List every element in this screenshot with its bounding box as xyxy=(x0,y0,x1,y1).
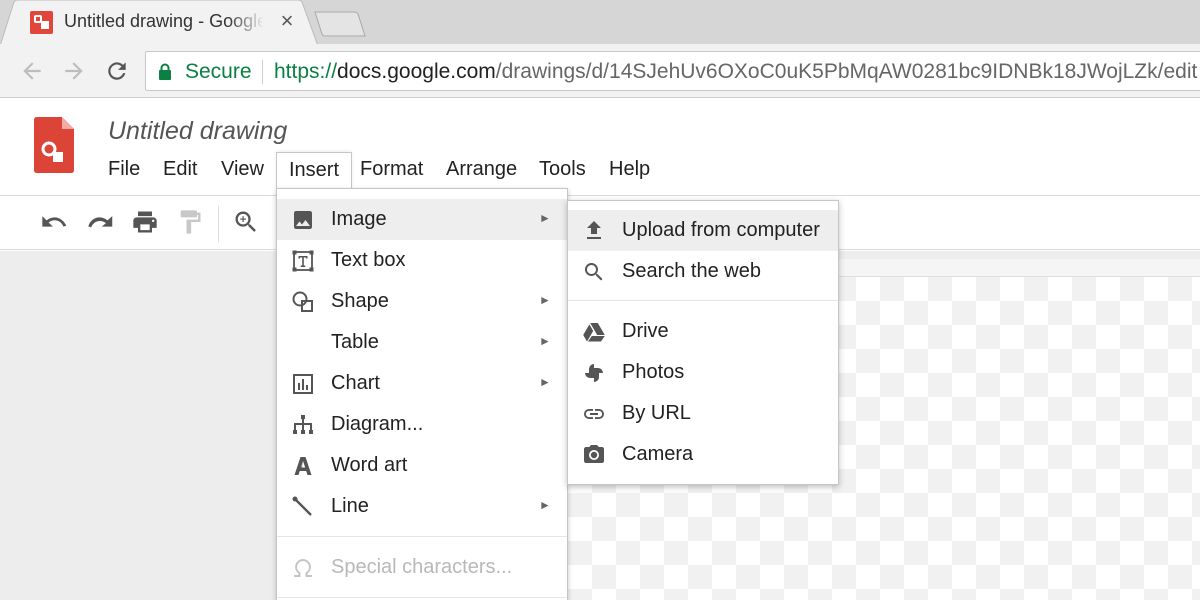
menu-item-label: Shape xyxy=(331,290,389,312)
menu-item-label: Search the web xyxy=(622,260,761,282)
tab-title: Untitled drawing - Google Drawings xyxy=(64,11,264,31)
image-icon xyxy=(294,211,312,229)
url-scheme: https:// xyxy=(274,60,338,83)
photos-icon xyxy=(585,364,603,382)
image-submenu-item-by-url[interactable]: By URL xyxy=(568,393,838,434)
menu-item-label: Diagram... xyxy=(331,413,424,435)
upload-icon xyxy=(587,221,601,239)
menu-item-label: Photos xyxy=(622,361,685,383)
address-bar[interactable]: Secure https://docs.google.com/drawings/… xyxy=(145,51,1200,91)
back-arrow-icon[interactable] xyxy=(19,58,45,84)
insert-menu-item-diagram[interactable]: Diagram... xyxy=(277,404,567,445)
image-submenu-item-photos[interactable]: Photos xyxy=(568,352,838,393)
print-icon[interactable] xyxy=(131,208,159,236)
menu-separator xyxy=(568,300,838,301)
image-submenu-item-search-web[interactable]: Search the web xyxy=(568,251,838,292)
menu-item-label: Line xyxy=(331,495,369,517)
forward-arrow-icon[interactable] xyxy=(61,58,87,84)
image-submenu: Upload from computer Search the web Driv… xyxy=(567,200,839,485)
menu-tools[interactable]: Tools xyxy=(527,152,598,190)
search-icon xyxy=(585,263,603,281)
menu-view[interactable]: View xyxy=(209,152,276,190)
drawings-favicon-icon xyxy=(30,11,53,34)
insert-menu-item-shape[interactable]: Shape ► xyxy=(277,281,567,322)
submenu-arrow-icon: ► xyxy=(539,375,551,389)
insert-menu-item-word-art[interactable]: Word art xyxy=(277,445,567,486)
omnibox-divider xyxy=(262,60,263,84)
browser-tab[interactable]: Untitled drawing - Google Drawings × xyxy=(0,0,319,46)
camera-icon xyxy=(584,445,604,463)
insert-menu: Image ► Text box Shape ► Table ► Chart ► xyxy=(276,188,568,600)
submenu-arrow-icon: ► xyxy=(539,211,551,225)
menu-item-label: Table xyxy=(331,331,379,353)
menu-item-label: Text box xyxy=(331,249,406,271)
menu-format[interactable]: Format xyxy=(348,152,435,190)
menu-item-label: Drive xyxy=(622,320,669,342)
menu-separator xyxy=(277,597,567,598)
submenu-arrow-icon: ► xyxy=(539,334,551,348)
insert-menu-item-image[interactable]: Image ► xyxy=(277,199,567,240)
menu-item-label: By URL xyxy=(622,402,691,424)
omega-icon xyxy=(294,559,312,577)
menu-separator xyxy=(277,536,567,537)
ruler xyxy=(838,259,1200,277)
chart-icon xyxy=(293,374,313,394)
menu-help[interactable]: Help xyxy=(597,152,662,190)
reload-icon[interactable] xyxy=(104,58,130,84)
undo-icon[interactable] xyxy=(40,208,68,236)
insert-menu-item-special-characters: Special characters... xyxy=(277,547,567,588)
menu-file[interactable]: File xyxy=(96,152,152,190)
submenu-arrow-icon: ► xyxy=(539,293,551,307)
menu-insert[interactable]: Insert xyxy=(276,152,353,190)
shape-icon xyxy=(292,291,313,312)
tab-close-icon[interactable]: × xyxy=(276,10,298,32)
paint-format-icon[interactable] xyxy=(176,208,204,236)
menu-edit[interactable]: Edit xyxy=(151,152,209,190)
text-box-icon xyxy=(292,250,314,272)
secure-label: Secure xyxy=(185,60,252,83)
toolbar-divider xyxy=(218,206,219,242)
url-path: /drawings/d/14SJehUv6OXoC0uK5PbMqAW0281b… xyxy=(495,60,1198,83)
url-text: https://docs.google.com/drawings/d/14SJe… xyxy=(274,60,1197,84)
word-art-icon xyxy=(294,457,312,475)
url-host: docs.google.com xyxy=(337,60,496,83)
redo-icon[interactable] xyxy=(86,208,114,236)
link-icon xyxy=(584,409,604,419)
image-submenu-item-upload[interactable]: Upload from computer xyxy=(568,210,838,251)
menu-item-label: Image xyxy=(331,208,387,230)
browser-tab-strip: Untitled drawing - Google Drawings × xyxy=(0,0,1200,46)
zoom-icon[interactable] xyxy=(232,208,260,236)
image-submenu-item-camera[interactable]: Camera xyxy=(568,434,838,475)
menu-item-label: Word art xyxy=(331,454,408,476)
drive-icon xyxy=(583,323,605,342)
menu-item-label: Chart xyxy=(331,372,380,394)
browser-toolbar: Secure https://docs.google.com/drawings/… xyxy=(0,44,1200,98)
lock-icon xyxy=(159,63,171,80)
document-title[interactable]: Untitled drawing xyxy=(108,117,287,146)
menu-item-label: Upload from computer xyxy=(622,219,820,241)
drawings-logo-icon[interactable] xyxy=(34,117,74,173)
line-icon xyxy=(292,496,312,516)
new-tab-button[interactable] xyxy=(314,11,366,37)
insert-menu-item-chart[interactable]: Chart ► xyxy=(277,363,567,404)
submenu-arrow-icon: ► xyxy=(539,498,551,512)
insert-menu-item-table[interactable]: Table ► xyxy=(277,322,567,363)
insert-menu-item-text-box[interactable]: Text box xyxy=(277,240,567,281)
diagram-icon xyxy=(293,415,313,434)
menu-item-label: Special characters... xyxy=(331,556,513,578)
menu-item-label: Camera xyxy=(622,443,694,465)
image-submenu-item-drive[interactable]: Drive xyxy=(568,311,838,352)
menu-arrange[interactable]: Arrange xyxy=(434,152,529,190)
insert-menu-item-line[interactable]: Line ► xyxy=(277,486,567,527)
